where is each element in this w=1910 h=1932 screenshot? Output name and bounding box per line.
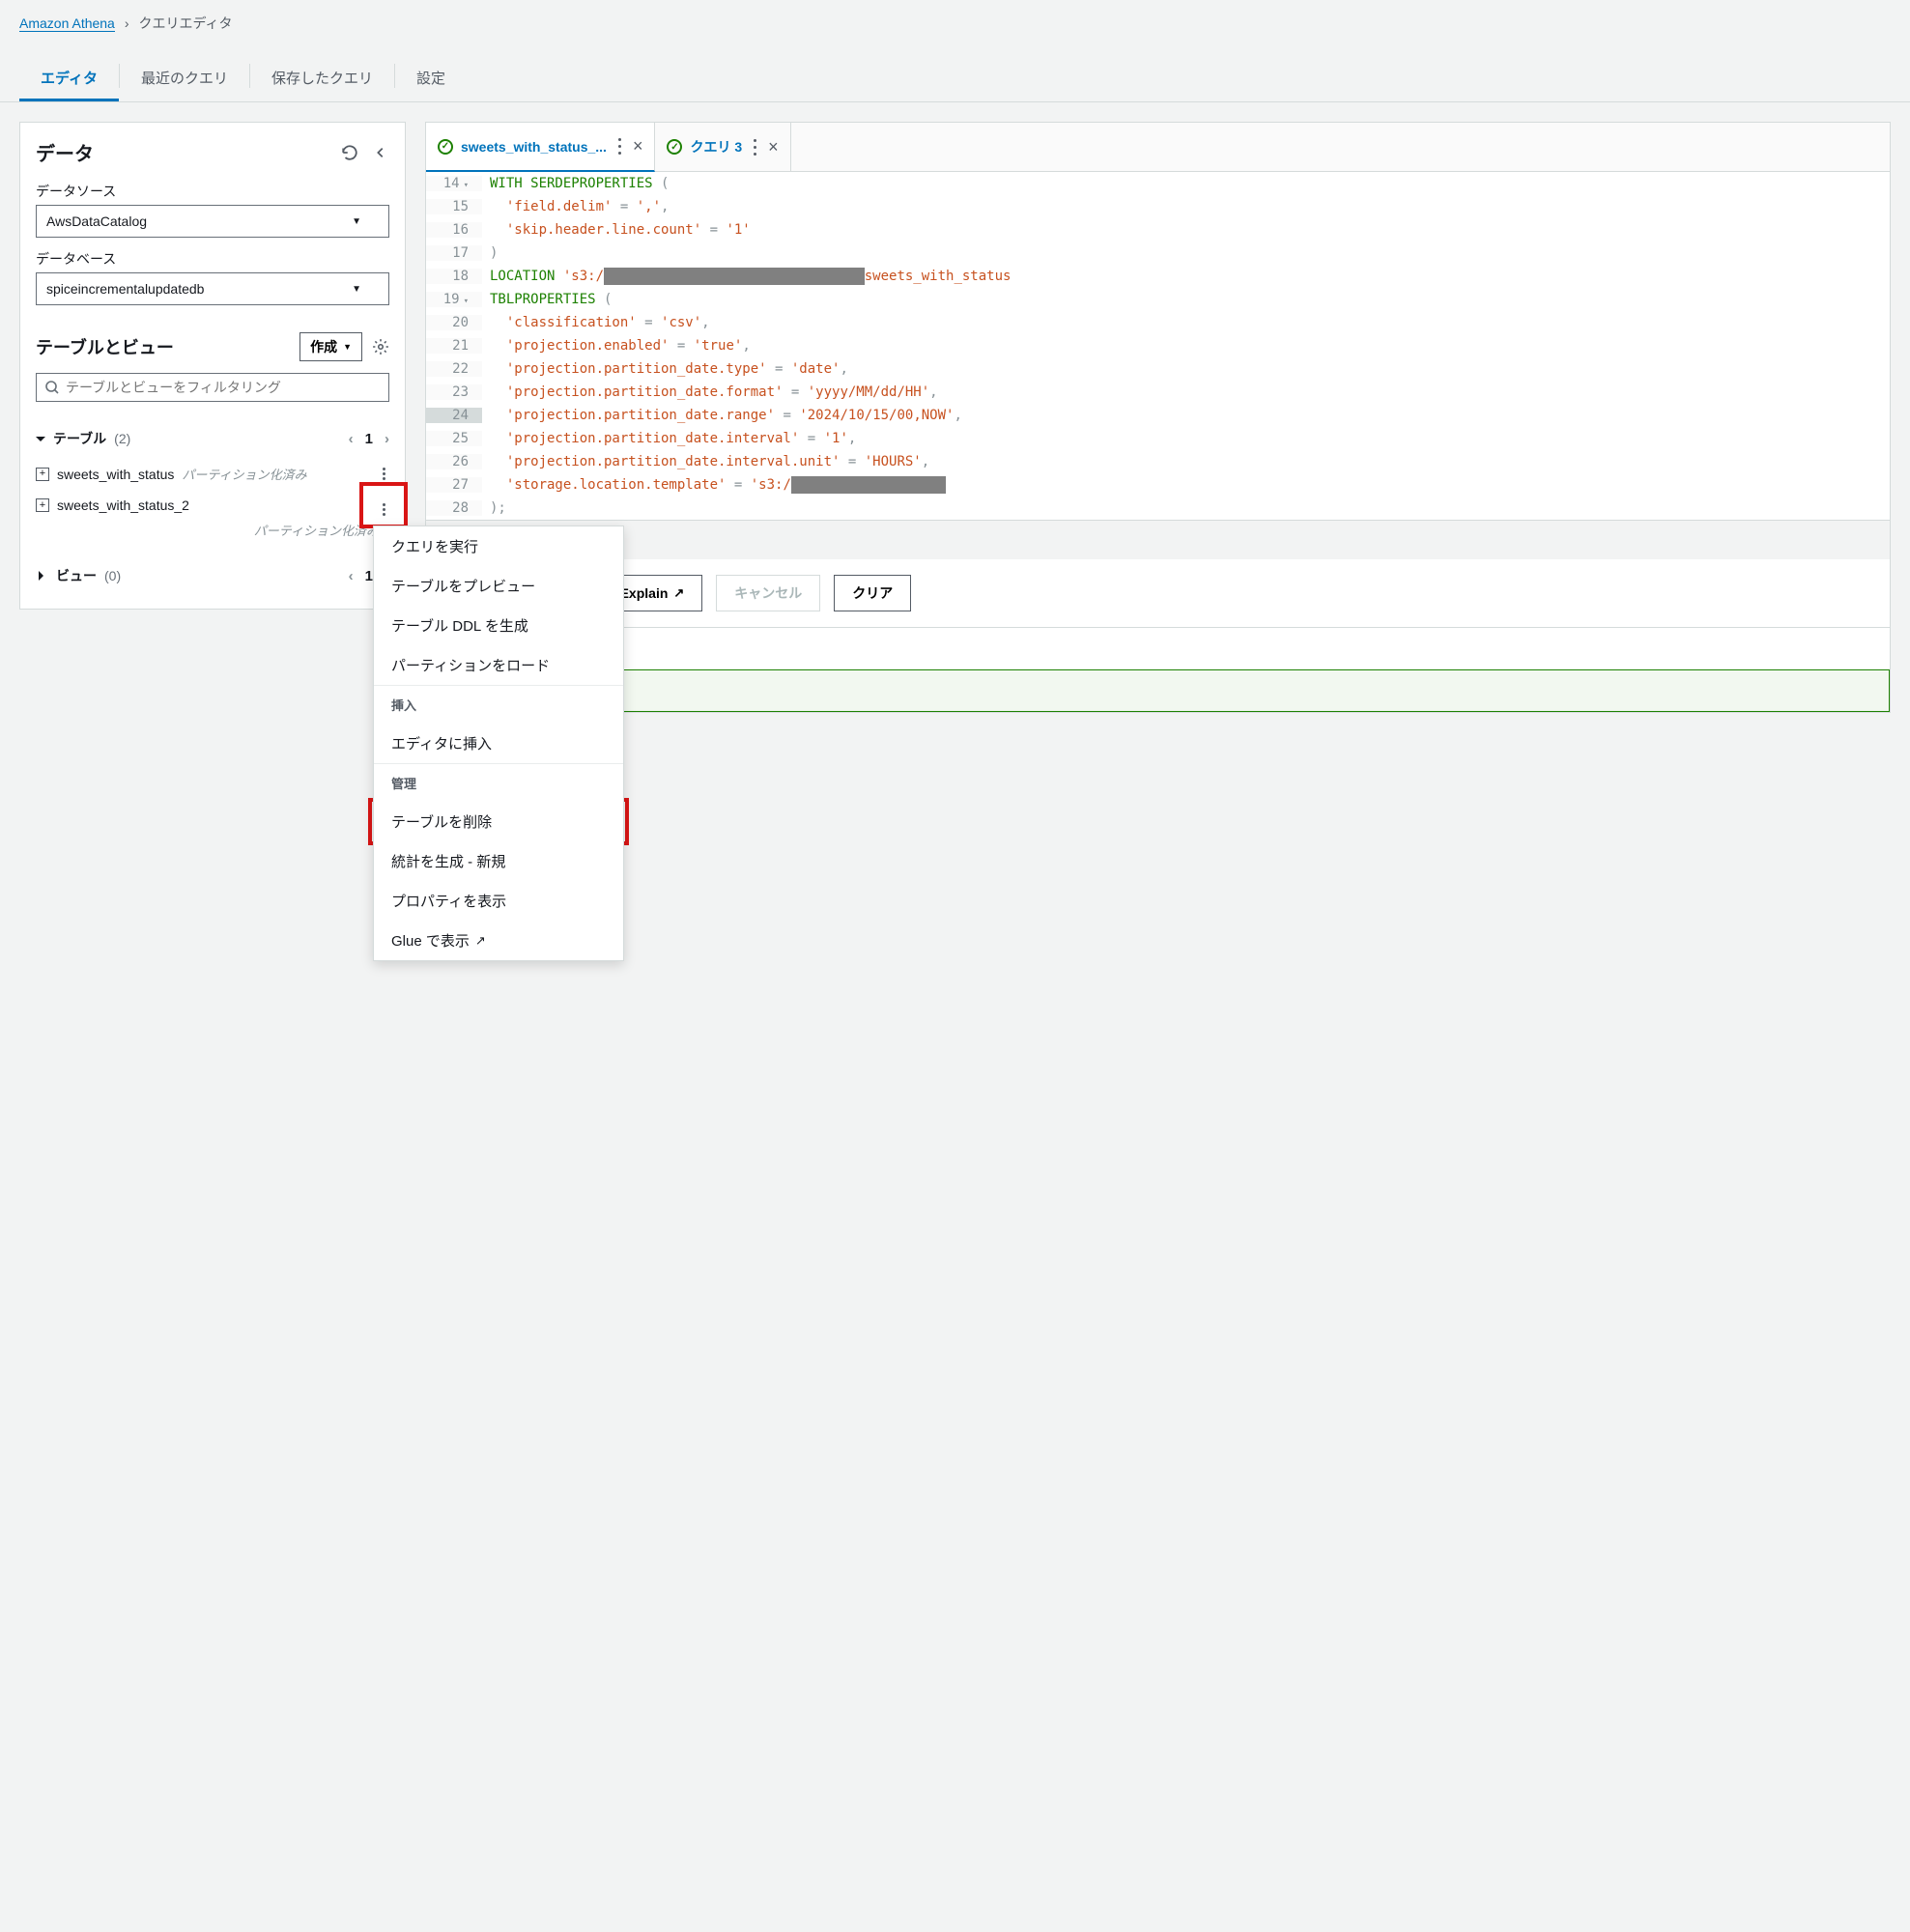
collapse-icon[interactable] [372, 144, 389, 161]
action-bar: もう一度実行する Explain ↗ キャンセル クリア [426, 559, 1890, 627]
results-success-banner [426, 669, 1890, 712]
tables-tree-header[interactable]: テーブル (2) ‹ 1 › [36, 417, 389, 456]
expand-icon[interactable]: + [36, 468, 49, 481]
editor-tabs: ✓ sweets_with_status_... × ✓ クエリ 3 × [426, 123, 1890, 172]
breadcrumb: Amazon Athena › クエリエディタ [0, 0, 1910, 41]
tab-recent[interactable]: 最近のクエリ [120, 58, 249, 101]
table-context-menu: クエリを実行 テーブルをプレビュー テーブル DDL を生成 パーティションをロ… [373, 526, 624, 961]
caret-right-icon [39, 571, 48, 581]
table-row: + sweets_with_status_2 パーティション化済み [36, 492, 389, 545]
close-tab-icon[interactable]: × [633, 136, 643, 156]
breadcrumb-service[interactable]: Amazon Athena [19, 15, 115, 32]
editor-tab[interactable]: ✓ sweets_with_status_... × [426, 123, 655, 172]
pager-prev[interactable]: ‹ [349, 568, 354, 584]
tables-pager: ‹ 1 › [349, 431, 389, 447]
caret-down-icon: ▼ [343, 342, 352, 352]
editor-panel: ✓ sweets_with_status_... × ✓ クエリ 3 × 14▾… [425, 122, 1891, 713]
views-tree-header[interactable]: ビュー (0) ‹ 1 › [36, 554, 389, 593]
expand-icon[interactable]: + [36, 498, 49, 512]
editor-tab[interactable]: ✓ クエリ 3 × [655, 123, 790, 171]
ctx-manage-heading: 管理 [374, 764, 623, 802]
caret-down-icon: ▼ [352, 216, 361, 227]
ctx-load-partitions[interactable]: パーティションをロード [374, 645, 623, 685]
ctx-preview-table[interactable]: テーブルをプレビュー [374, 566, 623, 606]
ctx-generate-stats[interactable]: 統計を生成 - 新規 [374, 841, 623, 881]
pager-prev[interactable]: ‹ [349, 431, 354, 447]
gear-icon[interactable] [372, 338, 389, 355]
main-tabs: エディタ 最近のクエリ 保存したクエリ 設定 [0, 41, 1910, 101]
caret-down-icon [36, 437, 45, 446]
tab-saved[interactable]: 保存したクエリ [250, 58, 394, 101]
database-label: データベース [36, 249, 389, 269]
close-tab-icon[interactable]: × [768, 137, 779, 157]
refresh-icon[interactable] [341, 144, 358, 161]
create-button[interactable]: 作成 ▼ [299, 332, 362, 361]
ctx-insert-editor[interactable]: エディタに挿入 [374, 724, 623, 763]
tab-menu-icon[interactable] [750, 133, 760, 161]
caret-down-icon: ▼ [352, 284, 361, 295]
datasource-label: データソース [36, 182, 389, 201]
partitioned-tag: パーティション化済み [182, 465, 306, 483]
ctx-generate-ddl[interactable]: テーブル DDL を生成 [374, 606, 623, 645]
pager-next[interactable]: › [385, 431, 389, 447]
ctx-insert-heading: 挿入 [374, 686, 623, 724]
tables-views-heading: テーブルとビュー [36, 334, 174, 359]
breadcrumb-current: クエリエディタ [139, 14, 233, 33]
cancel-button: キャンセル [716, 575, 820, 611]
data-panel: データ データソース AwsDataCatalog ▼ データベース spice… [19, 122, 406, 610]
tab-menu-icon[interactable] [614, 132, 625, 160]
table-row: + sweets_with_status パーティション化済み [36, 456, 389, 492]
status-ok-icon: ✓ [667, 139, 682, 155]
database-select[interactable]: spiceincrementalupdatedb ▼ [36, 272, 389, 305]
ctx-run-query[interactable]: クエリを実行 [374, 526, 623, 566]
table-name[interactable]: sweets_with_status [57, 467, 174, 482]
ctx-delete-table[interactable]: テーブルを削除 [374, 802, 623, 841]
chevron-right-icon: › [125, 15, 129, 31]
sql-editor[interactable]: 14▾WITH SERDEPROPERTIES (15 'field.delim… [426, 172, 1890, 520]
external-link-icon: ↗ [475, 933, 486, 949]
search-icon [44, 380, 60, 395]
clear-button[interactable]: クリア [834, 575, 911, 611]
ctx-show-properties[interactable]: プロパティを表示 [374, 881, 623, 921]
data-panel-title: データ [36, 138, 94, 166]
tab-editor[interactable]: エディタ [19, 58, 119, 101]
editor-status-bar: SQL Ln 24, Col 59 [426, 520, 1890, 559]
status-ok-icon: ✓ [438, 139, 453, 155]
table-actions-menu[interactable] [379, 462, 389, 486]
datasource-select[interactable]: AwsDataCatalog ▼ [36, 205, 389, 238]
ctx-show-in-glue[interactable]: Glue で表示 ↗ [374, 921, 623, 960]
partitioned-tag: パーティション化済み [254, 524, 379, 538]
table-name[interactable]: sweets_with_status_2 [57, 497, 189, 513]
results-area: 統計 [426, 627, 1890, 712]
filter-input[interactable] [36, 373, 389, 402]
tab-settings[interactable]: 設定 [395, 58, 467, 101]
external-link-icon: ↗ [673, 585, 684, 601]
table-actions-menu[interactable] [379, 497, 389, 522]
filter-field[interactable] [66, 380, 381, 395]
